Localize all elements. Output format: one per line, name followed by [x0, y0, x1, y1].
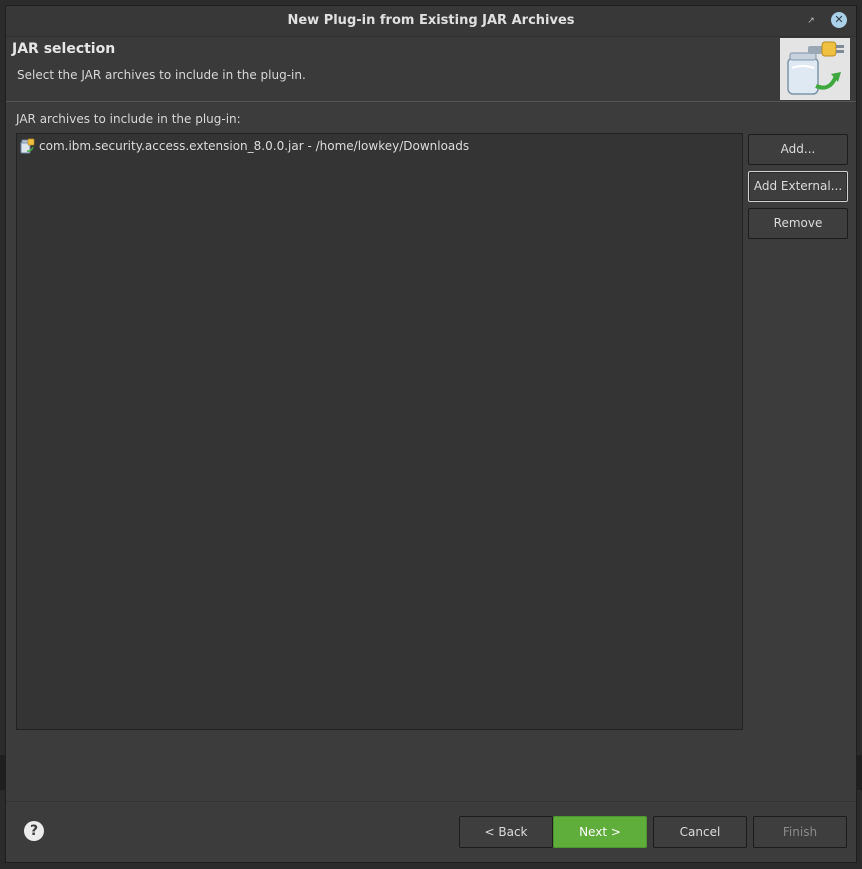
jar-archives-list[interactable]: com.ibm.security.access.extension_8.0.0.…: [16, 133, 743, 730]
next-button[interactable]: Next >: [553, 816, 647, 848]
restore-icon[interactable]: ↗: [804, 14, 818, 28]
title-bar[interactable]: New Plug-in from Existing JAR Archives ↗…: [6, 6, 856, 37]
page-title: JAR selection: [12, 41, 116, 57]
background-window-edge-right: [857, 755, 862, 790]
add-button[interactable]: Add...: [748, 134, 848, 165]
remove-button[interactable]: Remove: [748, 208, 848, 239]
window-title: New Plug-in from Existing JAR Archives: [287, 13, 575, 28]
add-external-button[interactable]: Add External...: [748, 171, 848, 202]
cancel-button[interactable]: Cancel: [653, 816, 747, 848]
page-description: Select the JAR archives to include in th…: [17, 68, 306, 82]
jar-list-label: JAR archives to include in the plug-in:: [16, 112, 241, 126]
wizard-header: JAR selection Select the JAR archives to…: [6, 37, 856, 102]
help-icon[interactable]: ?: [24, 821, 44, 841]
close-icon[interactable]: ✕: [831, 12, 847, 28]
jar-plugin-banner-icon: [780, 38, 850, 100]
back-button[interactable]: < Back: [459, 816, 553, 848]
list-item[interactable]: com.ibm.security.access.extension_8.0.0.…: [19, 137, 469, 154]
jar-item-label: com.ibm.security.access.extension_8.0.0.…: [39, 138, 470, 153]
jar-file-icon: [20, 138, 35, 153]
wizard-dialog: New Plug-in from Existing JAR Archives ↗…: [5, 5, 857, 863]
footer-divider: [6, 801, 856, 802]
finish-button: Finish: [753, 816, 847, 848]
